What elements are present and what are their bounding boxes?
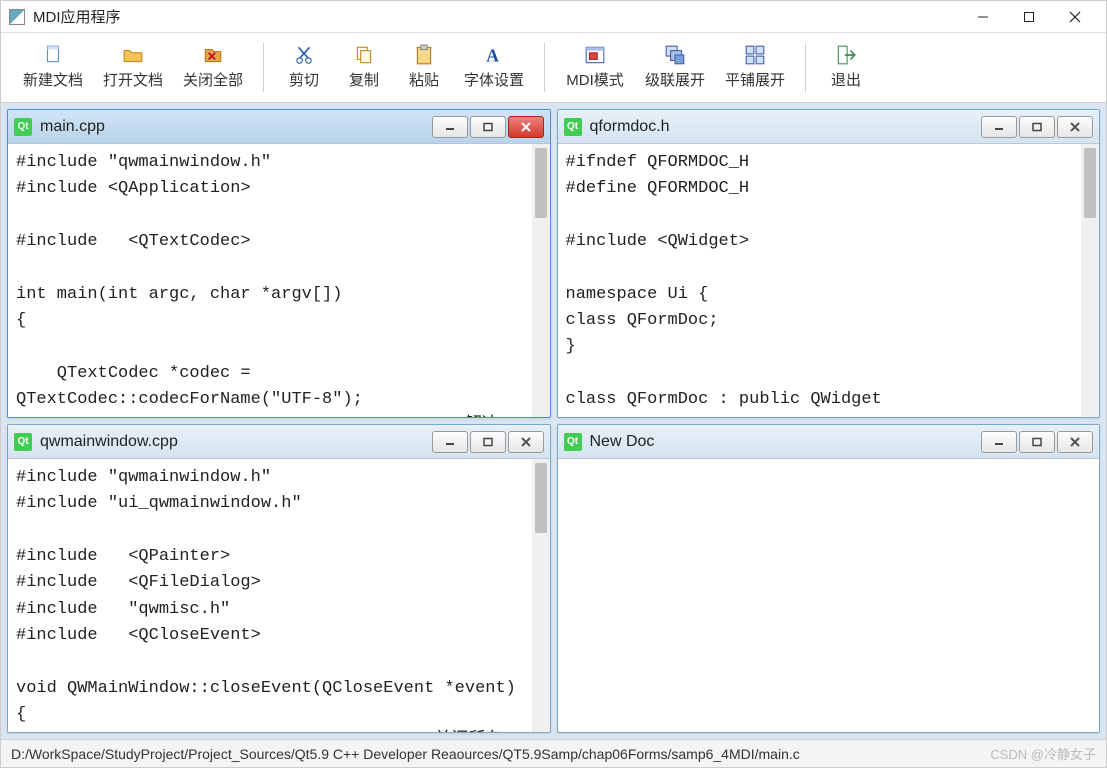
tile-label: 平铺展开: [725, 69, 785, 90]
sub-close-button[interactable]: [1057, 431, 1093, 453]
maximize-button[interactable]: [1006, 1, 1052, 33]
clipboard-icon: [413, 45, 435, 65]
sub-maximize-button[interactable]: [1019, 431, 1055, 453]
subwindow-titlebar[interactable]: Qt New Doc: [558, 425, 1100, 459]
subwindow-qformdoc-h[interactable]: Qt qformdoc.h #ifndef QFORMDOC_H #define…: [557, 109, 1101, 418]
mdi-area: Qt main.cpp #include "qwmainwindow.h" #i…: [1, 103, 1106, 739]
subwindow-new-doc[interactable]: Qt New Doc: [557, 424, 1101, 733]
sub-maximize-button[interactable]: [1019, 116, 1055, 138]
scrollbar[interactable]: [532, 144, 550, 417]
copy-icon: [353, 45, 375, 65]
toolbar: 新建文档 打开文档 关闭全部 剪切 复制 粘贴 A 字体设置: [1, 33, 1106, 103]
qt-icon: Qt: [564, 118, 582, 136]
code-editor[interactable]: #include "qwmainwindow.h" #include "ui_q…: [8, 459, 532, 732]
sub-minimize-button[interactable]: [432, 431, 468, 453]
tile-button[interactable]: 平铺展开: [715, 38, 795, 98]
watermark-text: CSDN @冷静女子: [990, 744, 1096, 763]
window-titlebar: MDI应用程序: [1, 1, 1106, 33]
code-editor[interactable]: [558, 459, 1100, 732]
close-all-label: 关闭全部: [183, 69, 243, 90]
mdi-mode-button[interactable]: MDI模式: [555, 38, 635, 98]
subwindow-titlebar[interactable]: Qt main.cpp: [8, 110, 550, 144]
scrollbar-thumb[interactable]: [1084, 148, 1096, 218]
subwindow-main-cpp[interactable]: Qt main.cpp #include "qwmainwindow.h" #i…: [7, 109, 551, 418]
exit-button[interactable]: 退出: [816, 38, 876, 98]
subwindow-title: main.cpp: [40, 118, 432, 136]
scissors-icon: [293, 45, 315, 65]
folder-close-icon: [202, 45, 224, 65]
open-doc-label: 打开文档: [103, 69, 163, 90]
exit-icon: [835, 45, 857, 65]
window-title: MDI应用程序: [33, 6, 121, 27]
font-button[interactable]: A 字体设置: [454, 38, 534, 98]
subwindow-qwmainwindow-cpp[interactable]: Qt qwmainwindow.cpp #include "qwmainwind…: [7, 424, 551, 733]
font-icon: A: [483, 45, 505, 65]
paste-label: 粘贴: [409, 69, 439, 90]
new-doc-button[interactable]: 新建文档: [13, 38, 93, 98]
cut-label: 剪切: [289, 69, 319, 90]
scrollbar[interactable]: [532, 459, 550, 732]
sub-maximize-button[interactable]: [470, 431, 506, 453]
cut-button[interactable]: 剪切: [274, 38, 334, 98]
cascade-icon: [664, 45, 686, 65]
scrollbar[interactable]: [1081, 144, 1099, 417]
sub-minimize-button[interactable]: [981, 116, 1017, 138]
close-all-button[interactable]: 关闭全部: [173, 38, 253, 98]
subwindow-title: qwmainwindow.cpp: [40, 433, 432, 451]
exit-label: 退出: [831, 69, 861, 90]
sub-close-button[interactable]: [508, 431, 544, 453]
copy-button[interactable]: 复制: [334, 38, 394, 98]
app-icon: [9, 9, 25, 25]
font-label: 字体设置: [464, 69, 524, 90]
scrollbar-thumb[interactable]: [535, 463, 547, 533]
code-editor[interactable]: #ifndef QFORMDOC_H #define QFORMDOC_H #i…: [558, 144, 1082, 417]
paste-button[interactable]: 粘贴: [394, 38, 454, 98]
new-doc-label: 新建文档: [23, 69, 83, 90]
copy-label: 复制: [349, 69, 379, 90]
subwindow-titlebar[interactable]: Qt qformdoc.h: [558, 110, 1100, 144]
subwindow-titlebar[interactable]: Qt qwmainwindow.cpp: [8, 425, 550, 459]
cascade-button[interactable]: 级联展开: [635, 38, 715, 98]
sub-close-button[interactable]: [508, 116, 544, 138]
code-editor[interactable]: #include "qwmainwindow.h" #include <QApp…: [8, 144, 532, 417]
subwindow-title: New Doc: [590, 433, 982, 451]
new-file-icon: [42, 45, 64, 65]
qt-icon: Qt: [14, 433, 32, 451]
statusbar: D:/WorkSpace/StudyProject/Project_Source…: [1, 739, 1106, 767]
qt-icon: Qt: [564, 433, 582, 451]
open-doc-button[interactable]: 打开文档: [93, 38, 173, 98]
subwindow-title: qformdoc.h: [590, 118, 982, 136]
folder-open-icon: [122, 45, 144, 65]
mdi-mode-label: MDI模式: [566, 69, 624, 90]
tile-icon: [744, 45, 766, 65]
sub-minimize-button[interactable]: [981, 431, 1017, 453]
cascade-label: 级联展开: [645, 69, 705, 90]
sub-maximize-button[interactable]: [470, 116, 506, 138]
status-path: D:/WorkSpace/StudyProject/Project_Source…: [11, 746, 800, 762]
close-button[interactable]: [1052, 1, 1098, 33]
svg-text:A: A: [486, 46, 499, 66]
scrollbar-thumb[interactable]: [535, 148, 547, 218]
mdi-icon: [584, 45, 606, 65]
minimize-button[interactable]: [960, 1, 1006, 33]
sub-minimize-button[interactable]: [432, 116, 468, 138]
sub-close-button[interactable]: [1057, 116, 1093, 138]
qt-icon: Qt: [14, 118, 32, 136]
